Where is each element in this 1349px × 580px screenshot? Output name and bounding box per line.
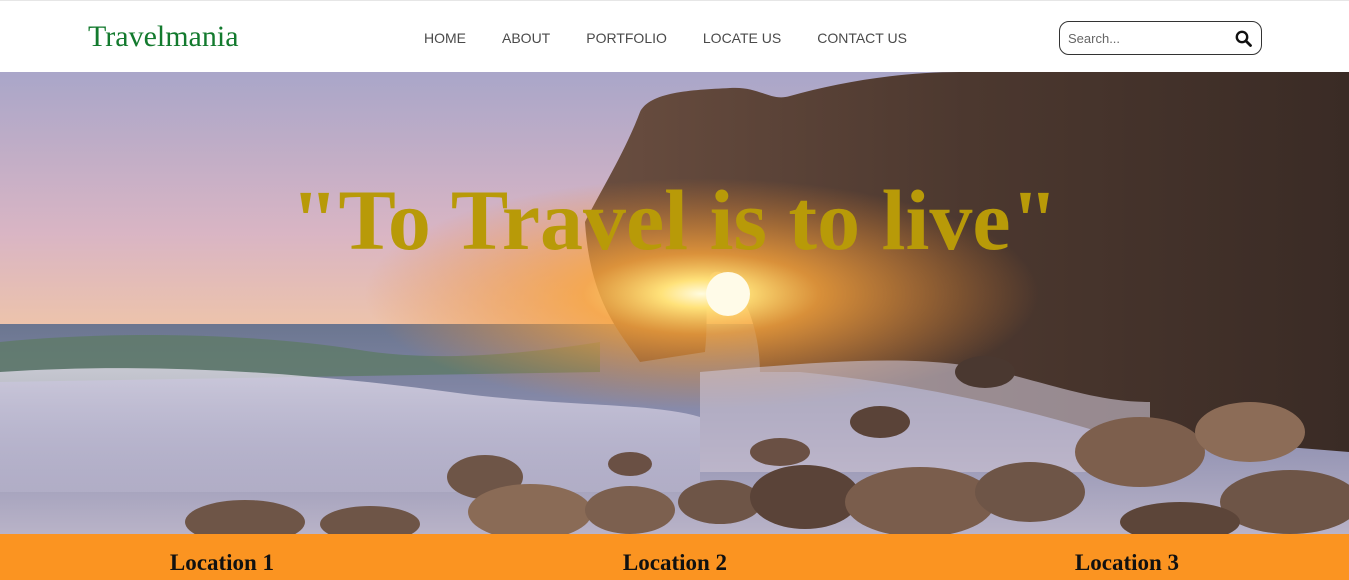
- search-icon[interactable]: [1233, 28, 1253, 48]
- location-2-heading[interactable]: Location 2: [565, 548, 785, 578]
- nav-link-home[interactable]: HOME: [406, 23, 484, 53]
- location-1-heading[interactable]: Location 1: [112, 548, 332, 578]
- nav-link-portfolio[interactable]: PORTFOLIO: [568, 23, 685, 53]
- hero-quote: "To Travel is to live": [290, 172, 1059, 268]
- main-nav: HOME ABOUT PORTFOLIO LOCATE US CONTACT U…: [406, 23, 925, 53]
- top-navbar: Travelmania HOME ABOUT PORTFOLIO LOCATE …: [0, 0, 1349, 72]
- nav-link-locate-us[interactable]: LOCATE US: [685, 23, 799, 53]
- search-input[interactable]: [1068, 24, 1228, 52]
- brand-logo-link[interactable]: Travelmania: [88, 19, 239, 55]
- hero-banner: "To Travel is to live": [0, 72, 1349, 534]
- hero-background-image: [0, 72, 1349, 534]
- location-3-heading[interactable]: Location 3: [1017, 548, 1237, 578]
- locations-strip: Location 1 Location 2 Location 3: [0, 534, 1349, 580]
- nav-link-about[interactable]: ABOUT: [484, 23, 568, 53]
- nav-link-contact-us[interactable]: CONTACT US: [799, 23, 925, 53]
- search-box: [1059, 21, 1262, 55]
